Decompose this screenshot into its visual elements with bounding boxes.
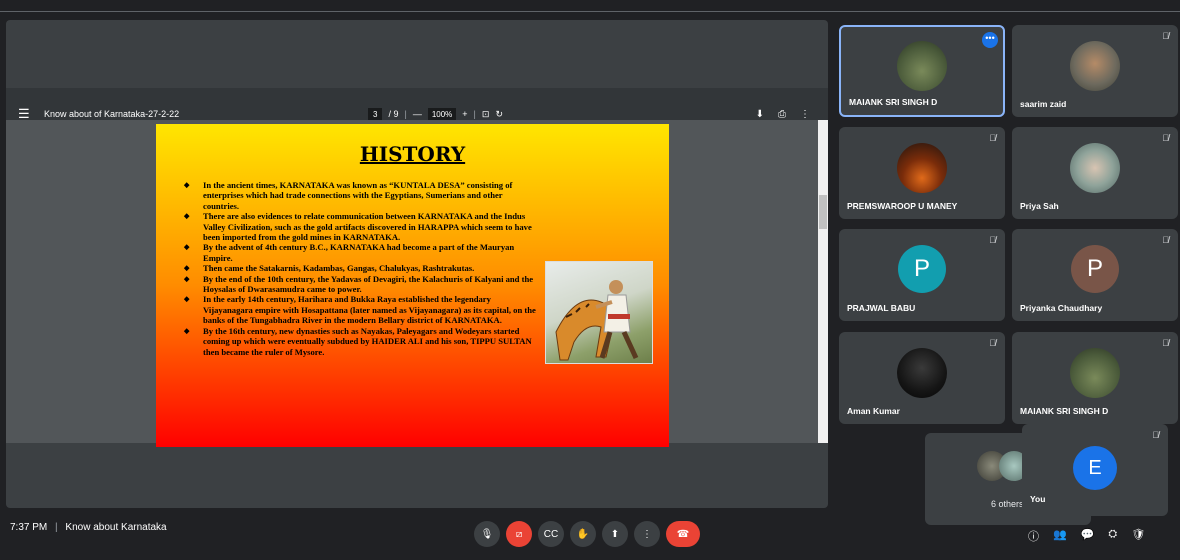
- mic-off-icon: 🎙̸: [1162, 235, 1169, 245]
- others-count-label: 6 others: [991, 499, 1024, 509]
- participant-avatar: [897, 348, 947, 398]
- participant-avatar: [1070, 348, 1120, 398]
- window-top-strip: [0, 0, 1180, 12]
- fit-page-icon[interactable]: ⊡: [482, 109, 490, 120]
- participant-name: MAIANK SRI SINGH D: [1020, 406, 1109, 416]
- toolbar-divider: |: [404, 109, 407, 119]
- mic-off-icon: 🎙̸: [989, 338, 996, 348]
- mic-off-icon: 🎙̸: [989, 235, 996, 245]
- participant-name: Priyanka Chaudhary: [1020, 303, 1103, 313]
- page-number-input[interactable]: 3: [368, 107, 383, 121]
- captions-icon[interactable]: CC: [538, 521, 564, 547]
- tiger-fight-painting: [545, 261, 653, 364]
- chat-icon[interactable]: 💬: [1081, 528, 1095, 544]
- meeting-separator: |: [55, 522, 58, 533]
- raise-hand-icon[interactable]: ✋: [570, 521, 596, 547]
- mic-off-icon: 🎙̸: [1162, 338, 1169, 348]
- participant-avatar: [897, 143, 947, 193]
- slide-title: HISTORY: [359, 142, 466, 166]
- people-icon[interactable]: 👥: [1053, 528, 1067, 544]
- host-controls-icon[interactable]: 🛡: [1131, 528, 1145, 544]
- participant-avatar: [1070, 41, 1120, 91]
- side-panel-controls: ⓘ 👥 💬 ⛭ 🛡: [1028, 528, 1145, 544]
- participant-tile[interactable]: 🎙̸ MAIANK SRI SINGH D: [1012, 332, 1178, 424]
- meeting-info: 7:37 PM | Know about Karnataka: [10, 522, 167, 533]
- participant-name: saarim zaid: [1020, 99, 1067, 109]
- mic-off-icon: 🎙̸: [1162, 31, 1169, 41]
- end-call-icon[interactable]: ☎: [666, 521, 700, 547]
- slide-bullet: In the ancient times, KARNATAKA was know…: [184, 180, 536, 211]
- mic-off-icon: 🎙̸: [1162, 133, 1169, 143]
- call-controls: 🎙 ⧄ CC ✋ ⬆ ⋮ ☎: [474, 521, 700, 547]
- pdf-right-controls: ⬇ ⎙ ⋮: [756, 109, 816, 120]
- toolbar-divider: |: [473, 109, 476, 119]
- participant-tile[interactable]: 🎙̸ saarim zaid: [1012, 25, 1178, 117]
- slide-bullet: By the advent of 4th century B.C., KARNA…: [184, 242, 536, 263]
- participant-name: Priya Sah: [1020, 201, 1059, 211]
- slide-bullet-list: In the ancient times, KARNATAKA was know…: [184, 180, 536, 357]
- zoom-in-button[interactable]: +: [462, 109, 467, 119]
- more-options-icon[interactable]: •••: [982, 32, 998, 48]
- meeting-time: 7:37 PM: [10, 522, 48, 533]
- print-icon[interactable]: ⎙: [778, 109, 786, 120]
- mic-icon[interactable]: 🎙: [474, 521, 500, 547]
- pdf-page-controls: 3 / 9 | — 100% + | ⊡ ↻: [368, 107, 503, 121]
- page-total: / 9: [388, 109, 399, 119]
- self-tile[interactable]: E 🎙̸ You: [1022, 424, 1168, 516]
- participant-name: MAIANK SRI SINGH D: [849, 97, 938, 107]
- scrollbar-thumb[interactable]: [819, 195, 827, 229]
- participant-tile[interactable]: P 🎙̸ PRAJWAL BABU: [839, 229, 1005, 321]
- participant-avatar: [1070, 143, 1120, 193]
- activities-icon[interactable]: ⛭: [1108, 528, 1117, 544]
- present-icon[interactable]: ⬆: [602, 521, 628, 547]
- presentation-stage: ☰ Know about of Karnataka-27-2-22 3 / 9 …: [6, 20, 828, 508]
- participant-name: Aman Kumar: [847, 406, 900, 416]
- slide-bullet: There are also evidences to relate commu…: [184, 211, 536, 242]
- pdf-document-title: Know about of Karnataka-27-2-22: [44, 109, 180, 119]
- camera-off-icon[interactable]: ⧄: [506, 521, 532, 547]
- info-icon[interactable]: ⓘ: [1028, 528, 1039, 544]
- participant-tile[interactable]: P 🎙̸ Priyanka Chaudhary: [1012, 229, 1178, 321]
- more-options-icon[interactable]: ⋮: [634, 521, 660, 547]
- meeting-title: Know about Karnataka: [65, 522, 167, 533]
- participant-avatar: [897, 41, 947, 91]
- participant-name: PRAJWAL BABU: [847, 303, 916, 313]
- participant-tile[interactable]: 🎙̸ PREMSWAROOP U MANEY: [839, 127, 1005, 219]
- participant-avatar: P: [898, 245, 946, 293]
- mic-off-icon: 🎙̸: [989, 133, 996, 143]
- pdf-scrollbar[interactable]: [818, 120, 828, 443]
- self-name: You: [1030, 494, 1046, 504]
- more-vert-icon[interactable]: ⋮: [800, 109, 810, 120]
- participant-tile[interactable]: ••• MAIANK SRI SINGH D: [839, 25, 1005, 117]
- slide-bullet: By the end of the 10th century, the Yada…: [184, 274, 536, 295]
- mic-off-icon: 🎙̸: [1152, 430, 1159, 440]
- rotate-icon[interactable]: ↻: [495, 109, 503, 120]
- self-avatar: E: [1073, 446, 1117, 490]
- participant-avatar: P: [1071, 245, 1119, 293]
- slide-page: HISTORY In the ancient times, KARNATAKA …: [156, 124, 669, 447]
- slide-bullet: In the early 14th century, Harihara and …: [184, 294, 536, 325]
- download-icon[interactable]: ⬇: [756, 109, 764, 120]
- zoom-out-button[interactable]: —: [413, 109, 422, 119]
- slide-bullet: By the 16th century, new dynasties such …: [184, 326, 536, 357]
- slide-bullet: Then came the Satakarnis, Kadambas, Gang…: [184, 263, 536, 274]
- participant-tile[interactable]: 🎙̸ Priya Sah: [1012, 127, 1178, 219]
- participant-name: PREMSWAROOP U MANEY: [847, 201, 958, 211]
- zoom-level-input[interactable]: 100%: [427, 107, 457, 121]
- participant-tile[interactable]: 🎙̸ Aman Kumar: [839, 332, 1005, 424]
